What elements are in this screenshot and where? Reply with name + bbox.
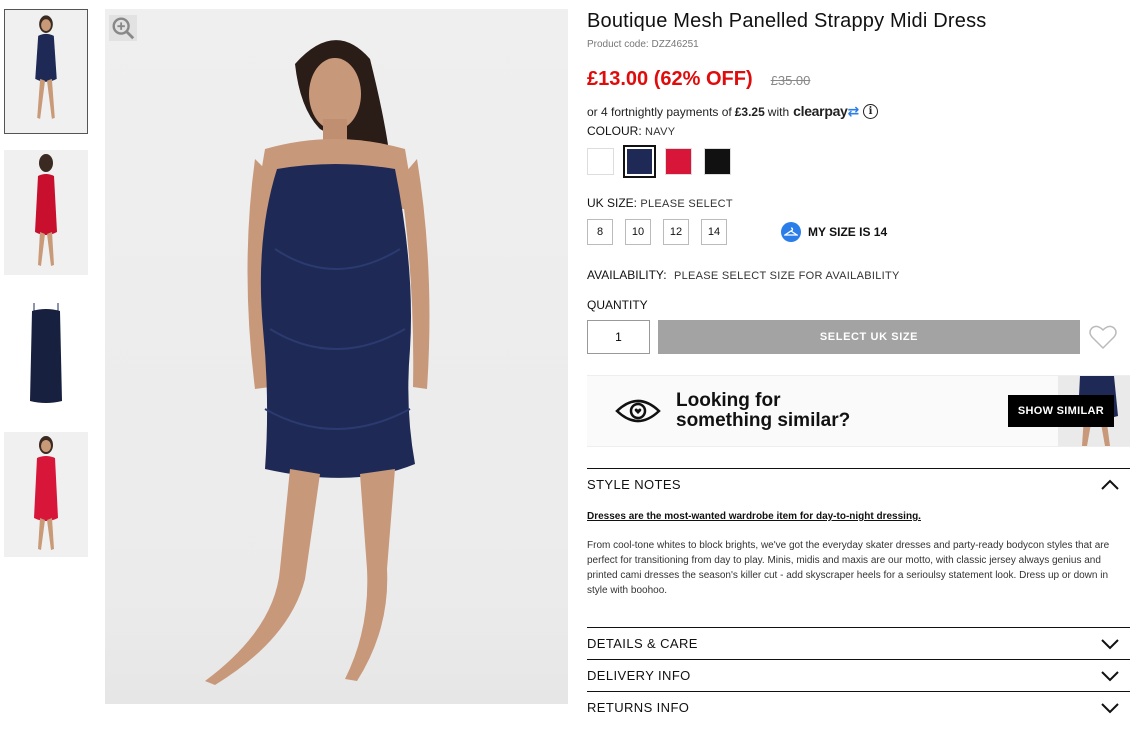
eye-icon bbox=[615, 399, 661, 423]
similar-line1: Looking for bbox=[676, 390, 781, 411]
colour-swatches bbox=[587, 145, 1130, 178]
chevron-down-icon bbox=[1101, 670, 1119, 681]
swatch-black[interactable] bbox=[704, 148, 731, 175]
chevron-down-icon bbox=[1101, 702, 1119, 713]
returns-section: RETURNS INFO bbox=[587, 691, 1130, 723]
clearpay-suffix: with bbox=[767, 104, 790, 119]
delivery-section: DELIVERY INFO bbox=[587, 659, 1130, 691]
colour-label-text: COLOUR: bbox=[587, 124, 642, 138]
quantity-input[interactable] bbox=[587, 320, 650, 354]
clearpay-logo: clearpay⇄ bbox=[793, 103, 859, 120]
size-value: PLEASE SELECT bbox=[640, 198, 733, 210]
style-notes-header[interactable]: STYLE NOTES bbox=[587, 469, 1130, 500]
main-product-image[interactable] bbox=[105, 9, 568, 704]
thumbnail-list bbox=[4, 9, 88, 573]
colour-value: NAVY bbox=[645, 126, 676, 138]
style-notes-text: From cool-tone whites to block brights, … bbox=[587, 540, 1110, 596]
style-notes-title: STYLE NOTES bbox=[587, 477, 681, 492]
sale-price: £13.00 (62% OFF) bbox=[587, 68, 753, 90]
product-code: Product code: DZZ46251 bbox=[587, 39, 699, 50]
thumbnail-navy-front[interactable] bbox=[4, 9, 88, 134]
clearpay-amount: £3.25 bbox=[734, 104, 765, 119]
clearpay-brand: clearpay bbox=[793, 103, 848, 119]
similar-line2: something similar? bbox=[676, 410, 851, 431]
price-row: £13.00 (62% OFF) £35.00 bbox=[587, 68, 1130, 91]
style-notes-body: Dresses are the most-wanted wardrobe ite… bbox=[587, 511, 1130, 627]
clearpay-arrows-icon: ⇄ bbox=[847, 103, 860, 119]
quantity-label: QUANTITY bbox=[587, 298, 648, 312]
hanger-icon bbox=[781, 222, 801, 242]
purchase-row: SELECT UK SIZE bbox=[587, 320, 1130, 354]
availability: AVAILABILITY: PLEASE SELECT SIZE FOR AVA… bbox=[587, 268, 1130, 282]
swatch-red[interactable] bbox=[665, 148, 692, 175]
thumbnail-red-front[interactable] bbox=[4, 432, 88, 557]
show-similar-button[interactable]: SHOW SIMILAR bbox=[1007, 395, 1114, 427]
style-notes-section: STYLE NOTES Dresses are the most-wanted … bbox=[587, 468, 1130, 627]
returns-title: RETURNS INFO bbox=[587, 700, 690, 715]
size-option[interactable]: 12 bbox=[663, 219, 689, 245]
my-size-label: MY SIZE IS 14 bbox=[808, 225, 888, 239]
swatch-white[interactable] bbox=[587, 148, 614, 175]
availability-value: PLEASE SELECT SIZE FOR AVAILABILITY bbox=[673, 270, 900, 282]
style-notes-lead[interactable]: Dresses are the most-wanted wardrobe ite… bbox=[587, 511, 1130, 522]
add-to-bag-button[interactable]: SELECT UK SIZE bbox=[658, 320, 1080, 354]
details-section: DETAILS & CARE bbox=[587, 627, 1130, 659]
thumbnail-red-back[interactable] bbox=[4, 150, 88, 275]
clearpay-message: or 4 fortnightly payments of £3.25 with … bbox=[587, 103, 1130, 120]
size-option[interactable]: 10 bbox=[625, 219, 651, 245]
size-option[interactable]: 14 bbox=[701, 219, 727, 245]
returns-header[interactable]: RETURNS INFO bbox=[587, 692, 1130, 723]
size-option[interactable]: 8 bbox=[587, 219, 613, 245]
details-header[interactable]: DETAILS & CARE bbox=[587, 628, 1130, 659]
thumbnail-navy-flat[interactable] bbox=[4, 291, 88, 416]
similar-banner: Looking for something similar? SHOW SIMI… bbox=[587, 375, 1130, 447]
clearpay-prefix: or 4 fortnightly payments of bbox=[587, 104, 732, 119]
details-title: DETAILS & CARE bbox=[587, 636, 698, 651]
original-price: £35.00 bbox=[770, 73, 811, 88]
zoom-button[interactable] bbox=[109, 15, 137, 41]
zoom-in-icon bbox=[112, 17, 135, 40]
model-illustration bbox=[205, 40, 430, 685]
chevron-down-icon bbox=[1101, 638, 1119, 649]
colour-label: COLOUR: NAVY bbox=[587, 124, 1130, 138]
availability-label: AVAILABILITY: bbox=[587, 268, 667, 282]
my-size-button[interactable]: MY SIZE IS 14 bbox=[781, 222, 887, 242]
product-info: Boutique Mesh Panelled Strappy Midi Dres… bbox=[587, 10, 1130, 723]
swatch-navy[interactable] bbox=[623, 145, 656, 178]
delivery-title: DELIVERY INFO bbox=[587, 668, 691, 683]
delivery-header[interactable]: DELIVERY INFO bbox=[587, 660, 1130, 691]
chevron-up-icon bbox=[1101, 479, 1119, 490]
wishlist-heart-icon[interactable] bbox=[1088, 322, 1118, 352]
size-label: UK SIZE: PLEASE SELECT bbox=[587, 196, 1130, 210]
similar-text: Looking for something similar? bbox=[676, 391, 850, 431]
product-title: Boutique Mesh Panelled Strappy Midi Dres… bbox=[587, 10, 987, 32]
size-label-text: UK SIZE: bbox=[587, 196, 638, 210]
size-options: 8 10 12 14 MY SIZE IS 14 bbox=[587, 219, 1130, 245]
info-icon[interactable]: i bbox=[862, 104, 878, 119]
